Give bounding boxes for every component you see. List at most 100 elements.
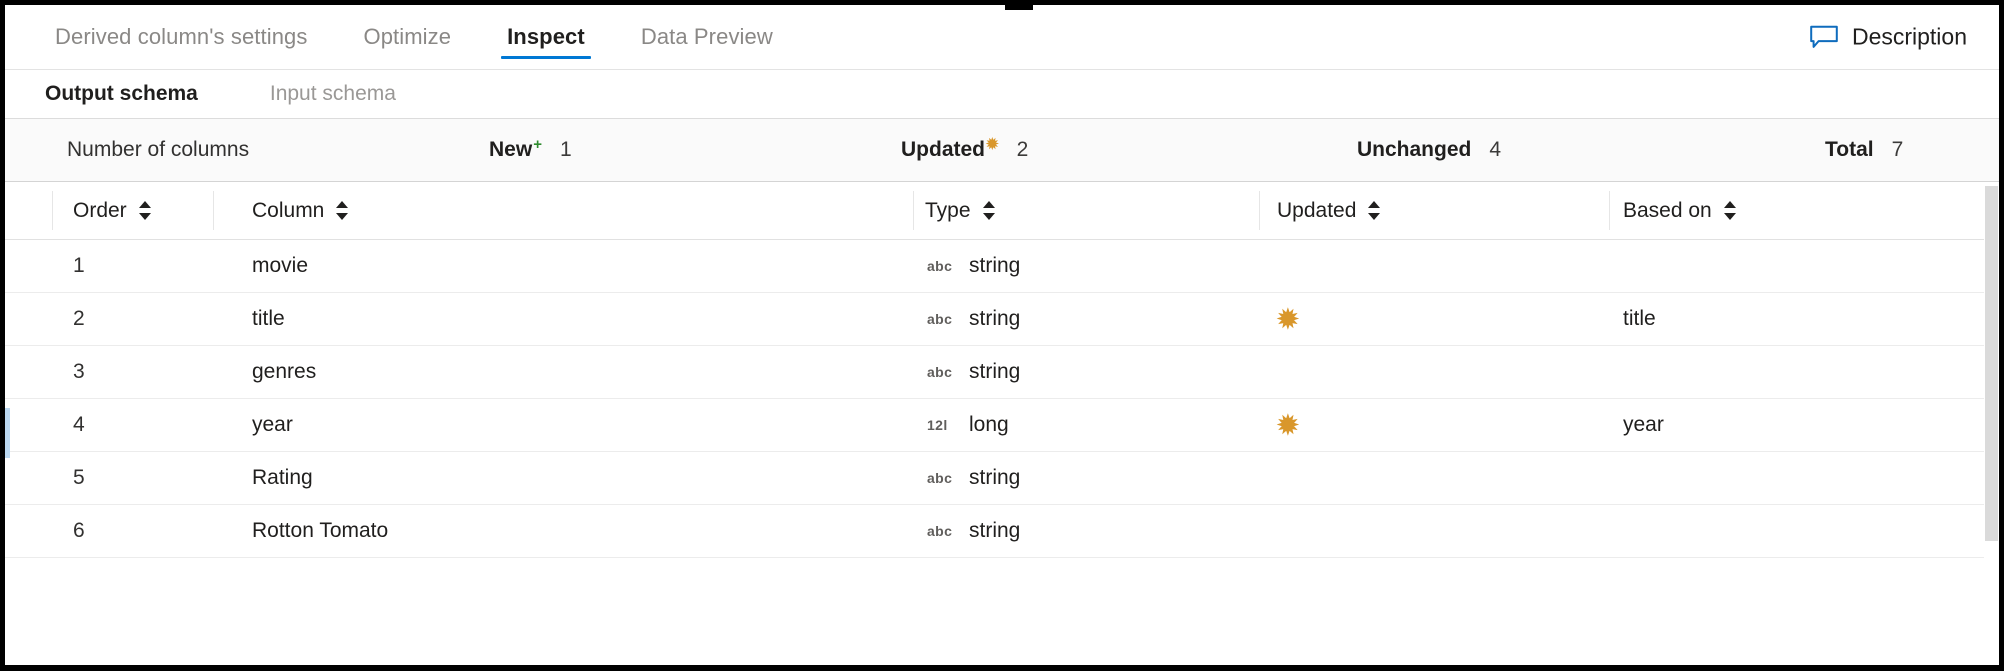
- cell-column: title: [252, 293, 285, 345]
- cell-type-label: string: [969, 360, 1020, 384]
- column-header-column[interactable]: Column: [252, 182, 349, 239]
- cell-type-label: string: [969, 254, 1020, 278]
- updated-marker-icon: ✹: [1277, 412, 1299, 438]
- description-button[interactable]: Description: [1804, 20, 1973, 55]
- table-header-row: Order Column Type Updated Based on: [5, 182, 1999, 240]
- table-row[interactable]: 7 Rotten Tomato 12l long + Rotton Tomato: [5, 558, 1999, 565]
- sort-icon[interactable]: [983, 201, 996, 220]
- header-separator: [913, 191, 914, 230]
- table-row[interactable]: 1 movie abc string: [5, 240, 1999, 293]
- column-header-order[interactable]: Order: [73, 182, 152, 239]
- summary-stat-label: New: [489, 138, 532, 162]
- type-abc-icon: abc: [927, 524, 961, 538]
- cell-type: abc string: [927, 452, 1020, 504]
- schema-subtab-bar: Output schema Input schema: [5, 70, 1999, 119]
- column-header-label: Order: [73, 199, 127, 223]
- primary-tab-bar: Derived column's settings Optimize Inspe…: [5, 5, 1999, 70]
- sort-icon[interactable]: [1368, 201, 1381, 220]
- sort-icon[interactable]: [139, 201, 152, 220]
- tab-label: Data Preview: [641, 24, 773, 50]
- header-separator: [52, 191, 53, 230]
- tab-data-preview[interactable]: Data Preview: [613, 5, 801, 69]
- sort-icon[interactable]: [336, 201, 349, 220]
- cell-type: 12l long: [927, 399, 1009, 451]
- cell-updated: +: [1279, 558, 1293, 565]
- column-header-type[interactable]: Type: [925, 182, 996, 239]
- column-header-label: Column: [252, 199, 324, 223]
- cell-order: 5: [73, 452, 85, 504]
- type-long-icon: 12l: [927, 418, 961, 432]
- summary-stat-value: 1: [560, 138, 572, 162]
- summary-stat-new: New+ 1: [489, 138, 572, 162]
- column-count-summary: Number of columns New+ 1 Updated✹ 2 Unch…: [5, 119, 1999, 182]
- tab-inspect[interactable]: Inspect: [479, 5, 613, 69]
- type-abc-icon: abc: [927, 471, 961, 485]
- summary-stat-label: Updated: [901, 138, 985, 162]
- table-row[interactable]: 3 genres abc string: [5, 346, 1999, 399]
- cell-column: genres: [252, 346, 316, 398]
- cell-column: year: [252, 399, 293, 451]
- cell-based-on: year: [1623, 399, 1664, 451]
- table-body: 1 movie abc string 2 title abc string: [5, 240, 1999, 565]
- cell-type-label: string: [969, 519, 1020, 543]
- summary-stat-value: 4: [1489, 138, 1501, 162]
- cell-updated: ✹: [1277, 293, 1299, 345]
- sort-icon[interactable]: [1724, 201, 1737, 220]
- column-header-label: Updated: [1277, 199, 1356, 223]
- table-vertical-scrollbar[interactable]: [1984, 182, 1999, 565]
- cell-order: 6: [73, 505, 85, 557]
- cell-column: Rotten Tomato: [252, 558, 388, 565]
- cell-order: 3: [73, 346, 85, 398]
- column-header-updated[interactable]: Updated: [1277, 182, 1381, 239]
- cell-order: 4: [73, 399, 85, 451]
- cell-type-label: long: [969, 413, 1009, 437]
- summary-stat-unchanged: Unchanged 4: [1357, 138, 1501, 162]
- cell-order: 2: [73, 293, 85, 345]
- header-separator: [1609, 191, 1610, 230]
- summary-stat-value: 2: [1017, 138, 1029, 162]
- summary-stat-label: Total: [1825, 138, 1874, 162]
- cell-column: movie: [252, 240, 308, 292]
- summary-stat-total: Total 7: [1825, 138, 1903, 162]
- tab-derived-columns-settings[interactable]: Derived column's settings: [27, 5, 335, 69]
- speech-bubble-icon: [1810, 25, 1838, 49]
- table-row[interactable]: 4 year 12l long ✹ year: [5, 399, 1999, 452]
- cell-order: 1: [73, 240, 85, 292]
- summary-stat-label: Unchanged: [1357, 138, 1471, 162]
- cell-order: 7: [73, 558, 85, 565]
- table-row[interactable]: 6 Rotton Tomato abc string: [5, 505, 1999, 558]
- left-selection-accent: [5, 408, 10, 458]
- column-header-label: Based on: [1623, 199, 1712, 223]
- type-abc-icon: abc: [927, 312, 961, 326]
- cell-column: Rating: [252, 452, 313, 504]
- cell-based-on: title: [1623, 293, 1656, 345]
- subtab-output-schema[interactable]: Output schema: [35, 82, 208, 106]
- type-abc-icon: abc: [927, 259, 961, 273]
- subtab-label: Output schema: [45, 82, 198, 105]
- cell-column: Rotton Tomato: [252, 505, 388, 557]
- tab-optimize[interactable]: Optimize: [335, 5, 479, 69]
- inspect-panel: Derived column's settings Optimize Inspe…: [0, 0, 2004, 671]
- updated-marker-icon: ✹: [1277, 306, 1299, 332]
- cell-type: abc string: [927, 240, 1020, 292]
- cell-type: abc string: [927, 293, 1020, 345]
- column-header-label: Type: [925, 199, 971, 223]
- cell-type: abc string: [927, 346, 1020, 398]
- header-separator: [1259, 191, 1260, 230]
- table-row[interactable]: 2 title abc string ✹ title: [5, 293, 1999, 346]
- schema-table: Order Column Type Updated Based on: [5, 182, 1999, 565]
- header-separator: [213, 191, 214, 230]
- tab-label: Optimize: [363, 24, 451, 50]
- summary-title: Number of columns: [67, 138, 249, 162]
- tab-label: Inspect: [507, 24, 585, 50]
- tab-label: Derived column's settings: [55, 24, 307, 50]
- subtab-input-schema[interactable]: Input schema: [260, 82, 406, 106]
- scrollbar-thumb[interactable]: [1985, 186, 1998, 541]
- type-abc-icon: abc: [927, 365, 961, 379]
- cell-type-label: string: [969, 466, 1020, 490]
- table-row[interactable]: 5 Rating abc string: [5, 452, 1999, 505]
- cell-type: 12l long: [927, 558, 1009, 565]
- cell-updated: ✹: [1277, 399, 1299, 451]
- subtab-label: Input schema: [270, 82, 396, 105]
- column-header-based-on[interactable]: Based on: [1623, 182, 1737, 239]
